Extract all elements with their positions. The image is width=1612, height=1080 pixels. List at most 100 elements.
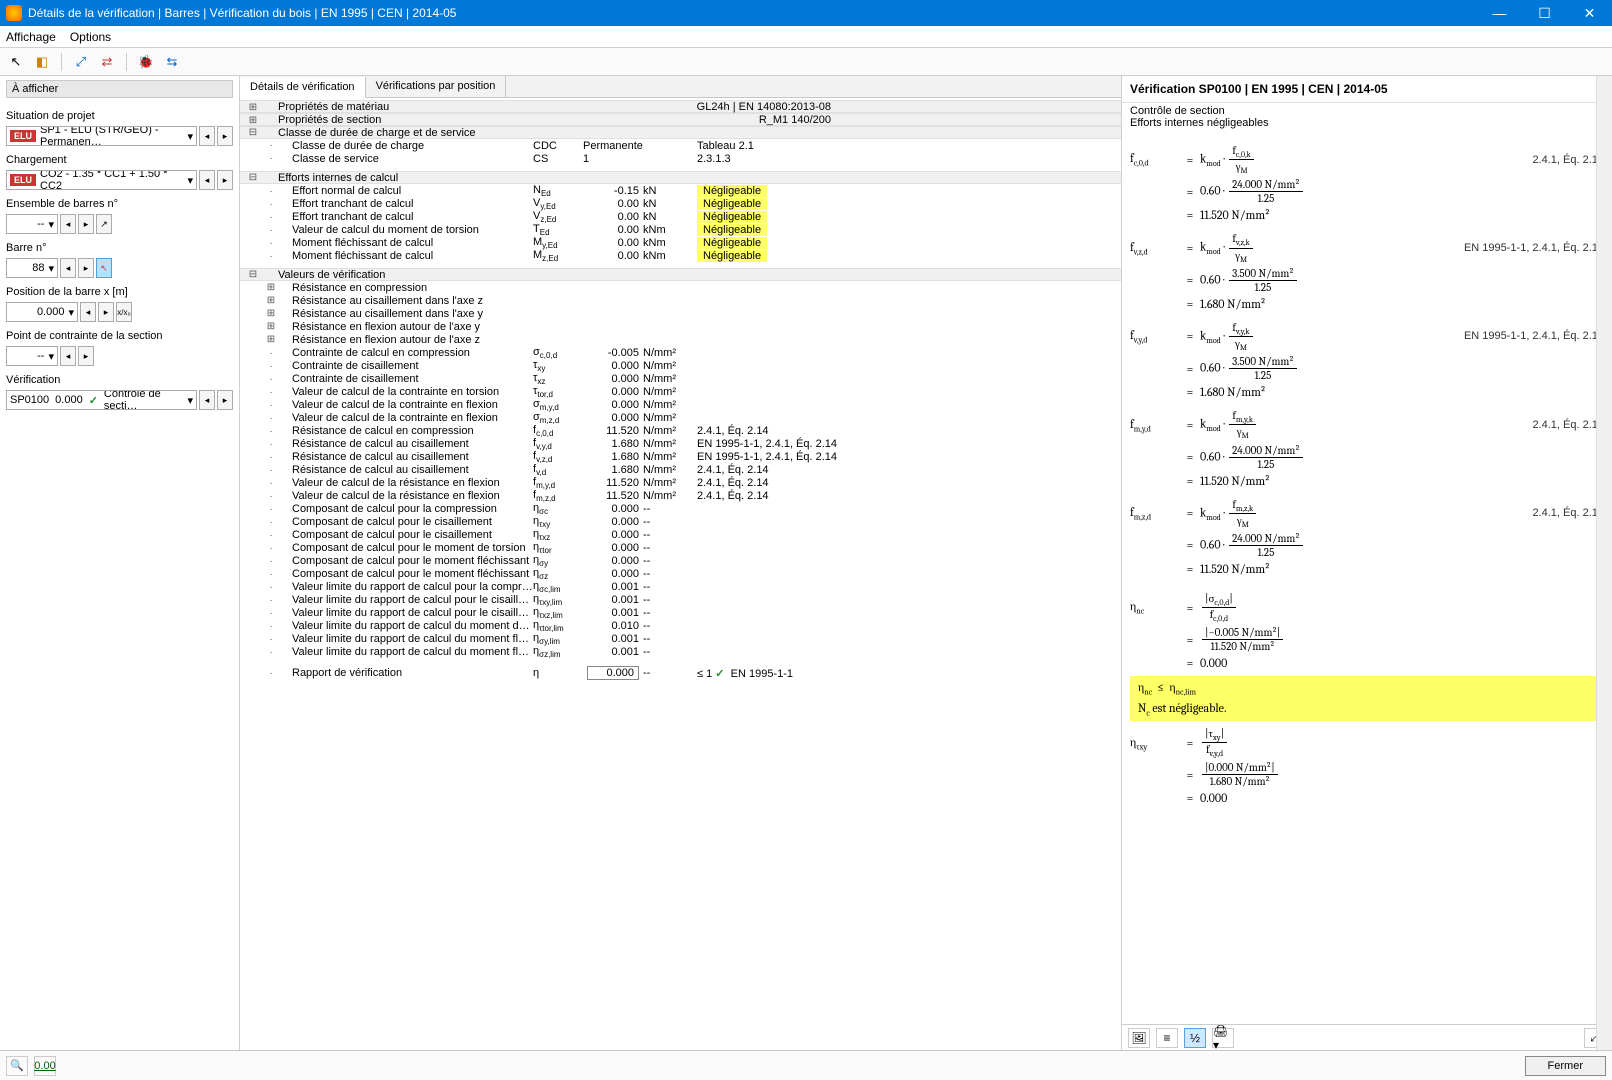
next-button[interactable]: ▸ [217, 126, 233, 146]
label-member-set: Ensemble de barres n° [6, 198, 233, 210]
right-panel: Vérification SP0100 | EN 1995 | CEN | 20… [1122, 76, 1612, 1050]
highlight-negligible: ηnc ≤ ηnc,lim Nc est négligeable. [1130, 676, 1604, 721]
app-icon [6, 5, 22, 21]
stress-point-select[interactable]: -- ▾ [6, 346, 58, 366]
prev-button[interactable]: ◂ [60, 258, 76, 278]
xi-button[interactable]: x/x₀ [116, 302, 132, 322]
dropdown-icon: ▾ [187, 130, 193, 143]
prev-button[interactable]: ◂ [80, 302, 96, 322]
expand-icon[interactable]: ⊞ [264, 295, 278, 306]
pick-button[interactable]: ↖ [96, 258, 112, 278]
next-button[interactable]: ▸ [78, 346, 94, 366]
row-vyed: Effort tranchant de calcul [278, 198, 533, 210]
fraction-view-icon[interactable]: ½ [1184, 1028, 1206, 1048]
close-button[interactable]: ✕ [1567, 0, 1612, 26]
row-res-bend-z[interactable]: Résistance en flexion autour de l'axe z [278, 334, 533, 346]
prev-button[interactable]: ◂ [60, 346, 76, 366]
next-button[interactable]: ▸ [78, 214, 94, 234]
expand-icon[interactable]: ⊞ [264, 282, 278, 293]
menu-options[interactable]: Options [70, 30, 111, 44]
maximize-button[interactable]: ☐ [1522, 0, 1567, 26]
dropdown-icon: ▾ [48, 350, 54, 363]
group-internal-forces[interactable]: Efforts internes de calcul [278, 172, 533, 184]
row-vzed: Effort tranchant de calcul [278, 211, 533, 223]
minimize-button[interactable]: — [1477, 0, 1522, 26]
next-button[interactable]: ▸ [78, 258, 94, 278]
list-icon[interactable]: ≡ [1156, 1028, 1178, 1048]
row-mzed: Moment fléchissant de calcul [278, 250, 533, 262]
material-props-right: GL24h | EN 14080:2013-08 [533, 101, 837, 113]
label-project-situation: Situation de projet [6, 110, 233, 122]
tab-details[interactable]: Détails de vérification [240, 77, 366, 98]
separator [126, 53, 127, 71]
tool-axis-icon[interactable]: ⤢ [71, 52, 91, 72]
row-res-shear-z[interactable]: Résistance au cisaillement dans l'axe z [278, 295, 533, 307]
tool-bug-icon[interactable]: 🐞 [136, 52, 156, 72]
loading-value: CO2 - 1.35 * CC1 + 1.50 * CC2 [40, 170, 187, 190]
tool-swap-icon[interactable]: ⇄ [97, 52, 117, 72]
group-material-props[interactable]: Propriétés de matériau [278, 101, 533, 113]
menubar: Affichage Options [0, 26, 1612, 48]
expand-icon[interactable]: ⊞ [242, 102, 264, 113]
project-situation-select[interactable]: ELU SP1 - ELU (STR/GEO) - Permanen… ▾ [6, 126, 197, 146]
loading-select[interactable]: ELU CO2 - 1.35 * CC1 + 1.50 * CC2 ▾ [6, 170, 197, 190]
search-icon[interactable]: 🔍 [6, 1056, 28, 1076]
row-res-comp[interactable]: Résistance en compression [278, 282, 533, 294]
vertical-scrollbar[interactable] [1596, 76, 1612, 1050]
verification-name: Contrôle de secti… [104, 390, 182, 410]
dropdown-icon: ▾ [48, 218, 54, 231]
prev-button[interactable]: ◂ [199, 126, 215, 146]
image-icon[interactable]: 🖼 [1128, 1028, 1150, 1048]
expand-icon[interactable]: ⊞ [264, 321, 278, 332]
badge-elu: ELU [10, 174, 36, 186]
group-load-duration[interactable]: Classe de durée de charge et de service [278, 127, 533, 139]
row-ratio: Rapport de vérification [278, 667, 533, 679]
window-title: Détails de la vérification | Barres | Vé… [28, 6, 1477, 20]
member-no-select[interactable]: 88 ▾ [6, 258, 58, 278]
label-loading: Chargement [6, 154, 233, 166]
jump-button[interactable]: ↗ [96, 214, 112, 234]
menu-view[interactable]: Affichage [6, 30, 56, 44]
dropdown-icon: ▾ [68, 306, 74, 319]
expand-icon[interactable]: ⊞ [264, 308, 278, 319]
print-icon[interactable]: 🖨 ▾ [1212, 1028, 1234, 1048]
expand-icon[interactable]: ⊞ [242, 115, 264, 126]
collapse-icon[interactable]: ⊟ [242, 127, 264, 138]
zoom-level[interactable]: 0.00 [34, 1056, 56, 1076]
tool-select-icon[interactable]: ◧ [32, 52, 52, 72]
group-section-props[interactable]: Propriétés de section [278, 114, 533, 126]
equations-area[interactable]: fc,0,d=kmod · fc,0,kγM2.4.1, Éq. 2.14 =0… [1122, 137, 1612, 1024]
row-class-duration: Classe de durée de charge [278, 140, 533, 152]
right-panel-toolbar: 🖼 ≡ ½ 🖨 ▾ ⤢ [1122, 1024, 1612, 1050]
collapse-icon[interactable]: ⊟ [242, 269, 264, 280]
verification-title: Vérification SP0100 | EN 1995 | CEN | 20… [1122, 76, 1612, 103]
position-select[interactable]: 0.000 ▾ [6, 302, 78, 322]
row-res-bend-y[interactable]: Résistance en flexion autour de l'axe y [278, 321, 533, 333]
label-member-no: Barre n° [6, 242, 233, 254]
expand-icon[interactable]: ⊞ [264, 334, 278, 345]
next-button[interactable]: ▸ [98, 302, 114, 322]
group-verif-values[interactable]: Valeurs de vérification [278, 269, 533, 281]
tool-flow-icon[interactable]: ⇆ [162, 52, 182, 72]
tool-cursor-icon[interactable]: ↖ [6, 52, 26, 72]
prev-button[interactable]: ◂ [199, 170, 215, 190]
prev-button[interactable]: ◂ [60, 214, 76, 234]
footer: 🔍 0.00 Fermer [0, 1050, 1612, 1080]
details-tree[interactable]: ⊞ Propriétés de matériauGL24h | EN 14080:… [240, 98, 1121, 1050]
close-dialog-button[interactable]: Fermer [1525, 1056, 1606, 1076]
left-panel: À afficher Situation de projet ELU SP1 -… [0, 76, 240, 1050]
check-icon: ✓ [89, 394, 98, 407]
verification-select[interactable]: SP0100 0.000 ✓ Contrôle de secti… ▾ [6, 390, 197, 410]
center-panel: Détails de vérification Vérifications pa… [240, 76, 1122, 1050]
row-ted: Valeur de calcul du moment de torsion [278, 224, 533, 236]
verification-subtitles: Contrôle de section Efforts internes nég… [1122, 103, 1612, 137]
stress-point-value: -- [37, 350, 44, 362]
prev-button[interactable]: ◂ [199, 390, 215, 410]
tab-by-position[interactable]: Vérifications par position [366, 76, 507, 97]
member-set-select[interactable]: -- ▾ [6, 214, 58, 234]
row-res-shear-y[interactable]: Résistance au cisaillement dans l'axe y [278, 308, 533, 320]
next-button[interactable]: ▸ [217, 390, 233, 410]
row-ned: Effort normal de calcul [278, 185, 533, 197]
next-button[interactable]: ▸ [217, 170, 233, 190]
collapse-icon[interactable]: ⊟ [242, 172, 264, 183]
